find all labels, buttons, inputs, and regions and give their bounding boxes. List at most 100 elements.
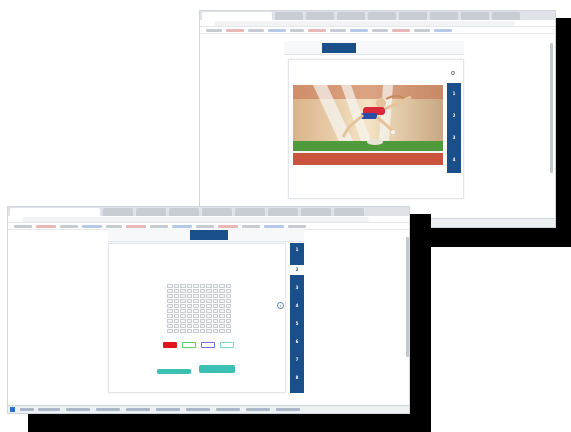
grid-cell[interactable] — [173, 304, 179, 308]
bottom-scrollbar[interactable] — [406, 237, 409, 357]
grid-cell[interactable] — [167, 294, 173, 298]
top-question-4[interactable]: 4 — [447, 157, 461, 162]
top-tab[interactable] — [337, 12, 365, 20]
grid-cell[interactable] — [212, 289, 218, 293]
top-scrollbar[interactable] — [550, 43, 553, 173]
grid-cell[interactable] — [193, 309, 199, 313]
grid-cell[interactable] — [225, 284, 231, 288]
grid-cell[interactable] — [186, 329, 192, 333]
grid-cell[interactable] — [199, 289, 205, 293]
grid-cell[interactable] — [180, 329, 186, 333]
bottom-address-bar[interactable] — [8, 216, 409, 223]
grid-cell[interactable] — [206, 294, 212, 298]
bottom-question-1[interactable]: 1 — [290, 247, 304, 252]
grid-cell[interactable] — [173, 329, 179, 333]
top-tab[interactable] — [306, 12, 334, 20]
grid-cell[interactable] — [173, 319, 179, 323]
grid-cell[interactable] — [193, 324, 199, 328]
grid-cell[interactable] — [167, 319, 173, 323]
grid-cell[interactable] — [225, 289, 231, 293]
grid-cell[interactable] — [219, 329, 225, 333]
windows-start-icon[interactable] — [10, 407, 15, 412]
clear-button[interactable] — [157, 369, 191, 374]
check-button[interactable] — [199, 365, 235, 373]
grid-cell[interactable] — [193, 284, 199, 288]
bottom-question-6[interactable]: 6 — [290, 339, 304, 344]
grid-cell[interactable] — [167, 289, 173, 293]
grid-cell[interactable] — [212, 299, 218, 303]
grid-cell[interactable] — [206, 284, 212, 288]
grid-cell[interactable] — [219, 284, 225, 288]
top-address-bar[interactable] — [200, 20, 555, 27]
grid-cell[interactable] — [173, 284, 179, 288]
swatch-green[interactable] — [182, 342, 196, 348]
top-step-current[interactable] — [322, 43, 356, 53]
grid-cell[interactable] — [199, 319, 205, 323]
grid-cell[interactable] — [206, 314, 212, 318]
grid-cell[interactable] — [212, 304, 218, 308]
top-question-3[interactable]: 3 — [447, 135, 461, 140]
grid-cell[interactable] — [173, 289, 179, 293]
grid-cell[interactable] — [173, 294, 179, 298]
grid-cell[interactable] — [193, 319, 199, 323]
grid-cell[interactable] — [206, 309, 212, 313]
grid-cell[interactable] — [225, 304, 231, 308]
grid-cell[interactable] — [193, 299, 199, 303]
grid-cell[interactable] — [225, 299, 231, 303]
grid-cell[interactable] — [180, 324, 186, 328]
swatch-purple[interactable] — [201, 342, 215, 348]
grid-cell[interactable] — [212, 284, 218, 288]
grid-cell[interactable] — [199, 324, 205, 328]
grid-cell[interactable] — [186, 314, 192, 318]
grid-cell[interactable] — [199, 294, 205, 298]
grid-cell[interactable] — [212, 314, 218, 318]
grid-cell[interactable] — [193, 329, 199, 333]
grid-cell[interactable] — [186, 304, 192, 308]
bottom-tab[interactable] — [202, 208, 232, 216]
bottom-tab[interactable] — [268, 208, 298, 216]
top-tab[interactable] — [461, 12, 489, 20]
bottom-tab[interactable] — [136, 208, 166, 216]
info-icon[interactable]: i — [277, 302, 284, 309]
grid-cell[interactable] — [212, 309, 218, 313]
grid-cell[interactable] — [167, 314, 173, 318]
bottom-tab[interactable] — [301, 208, 331, 216]
grid-cell[interactable] — [212, 329, 218, 333]
top-tab[interactable] — [430, 12, 458, 20]
grid-cell[interactable] — [212, 324, 218, 328]
swatch-teal[interactable] — [220, 342, 234, 348]
grid-cell[interactable] — [186, 324, 192, 328]
bottom-tab[interactable] — [334, 208, 364, 216]
grid-cell[interactable] — [180, 304, 186, 308]
grid-cell[interactable] — [206, 299, 212, 303]
bottom-step-current[interactable] — [190, 230, 228, 240]
grid-cell[interactable] — [186, 299, 192, 303]
grid-cell[interactable] — [225, 314, 231, 318]
grid-cell[interactable] — [199, 329, 205, 333]
grid-cell[interactable] — [219, 299, 225, 303]
grid-cell[interactable] — [186, 309, 192, 313]
grid-cell[interactable] — [193, 294, 199, 298]
bottom-tab[interactable] — [235, 208, 265, 216]
grid-cell[interactable] — [167, 324, 173, 328]
grid-cell[interactable] — [193, 289, 199, 293]
grid-cell[interactable] — [206, 324, 212, 328]
bottom-question-3[interactable]: 3 — [290, 285, 304, 290]
grid-cell[interactable] — [186, 284, 192, 288]
grid-cell[interactable] — [167, 284, 173, 288]
grid-cell[interactable] — [173, 314, 179, 318]
grid-cell[interactable] — [212, 319, 218, 323]
top-tab-active[interactable] — [202, 12, 272, 20]
bottom-question-8[interactable]: 8 — [290, 375, 304, 380]
top-url-field[interactable] — [214, 21, 515, 26]
top-tab[interactable] — [399, 12, 427, 20]
grid-cell[interactable] — [173, 324, 179, 328]
grid-cell[interactable] — [180, 284, 186, 288]
grid-cell[interactable] — [180, 319, 186, 323]
grid-cell[interactable] — [206, 289, 212, 293]
grid-cell[interactable] — [219, 304, 225, 308]
grid-cell[interactable] — [225, 324, 231, 328]
top-tab[interactable] — [368, 12, 396, 20]
grid-cell[interactable] — [173, 299, 179, 303]
grid-cell[interactable] — [219, 289, 225, 293]
